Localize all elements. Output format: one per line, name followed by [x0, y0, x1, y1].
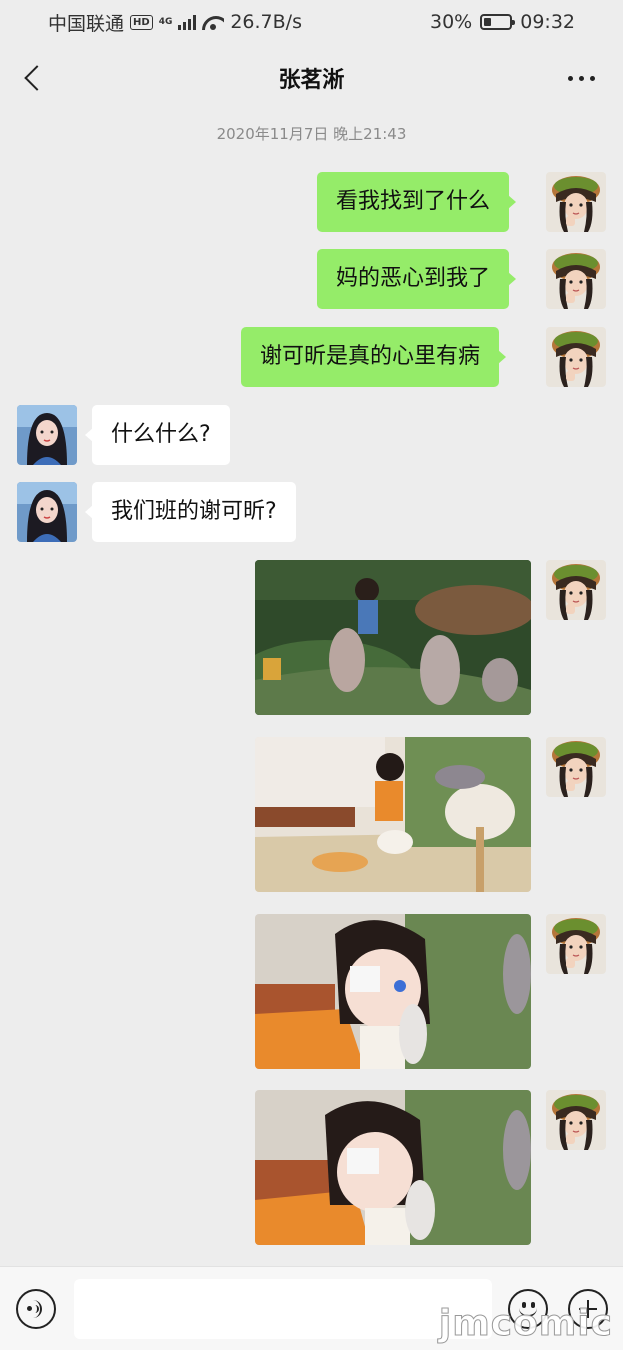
message-bubble-outgoing[interactable]: 看我找到了什么 — [317, 172, 517, 232]
avatar-self[interactable] — [546, 249, 606, 309]
avatar-self[interactable] — [546, 560, 606, 620]
carrier-name: 中国联通 — [48, 12, 125, 35]
image-message[interactable] — [255, 560, 531, 715]
avatar-self[interactable] — [546, 737, 606, 797]
status-bar: 中国联通 HD 4G 26.7B/s 30% 09:32 — [0, 0, 623, 44]
network-type: 4G — [158, 17, 173, 27]
message-bubble-outgoing[interactable]: 谢可昕是真的心里有病 — [241, 327, 507, 387]
chat-title: 张茗淅 — [278, 68, 345, 93]
avatar-self[interactable] — [546, 172, 606, 232]
network-speed: 26.7B/s — [230, 11, 302, 33]
back-arrow-icon[interactable] — [16, 60, 52, 96]
avatar-self[interactable] — [546, 327, 606, 387]
image-message[interactable] — [255, 914, 531, 1069]
hd-badge: HD — [130, 14, 153, 30]
chat-header: 张茗淅 — [0, 50, 623, 106]
watermark: jmcomic — [438, 1303, 613, 1345]
more-icon[interactable] — [561, 64, 601, 92]
message-bubble-incoming[interactable]: 什么什么? — [85, 405, 230, 465]
message-bubble-incoming[interactable]: 我们班的谢可昕? — [85, 482, 296, 542]
avatar-self[interactable] — [546, 1090, 606, 1150]
message-bubble-outgoing[interactable]: 妈的恶心到我了 — [317, 249, 517, 309]
image-message[interactable] — [255, 1090, 531, 1245]
signal-icon — [178, 14, 197, 30]
clock: 09:32 — [520, 11, 575, 33]
image-message[interactable] — [255, 737, 531, 892]
message-timestamp: 2020年11月7日 晚上21:43 — [216, 125, 407, 143]
battery-percent: 30% — [430, 11, 473, 33]
message-input[interactable] — [74, 1279, 492, 1339]
avatar-contact[interactable] — [17, 482, 77, 542]
wifi-icon — [202, 14, 224, 30]
avatar-self[interactable] — [546, 914, 606, 974]
voice-icon[interactable] — [16, 1289, 56, 1329]
battery-icon — [480, 14, 516, 30]
avatar-contact[interactable] — [17, 405, 77, 465]
